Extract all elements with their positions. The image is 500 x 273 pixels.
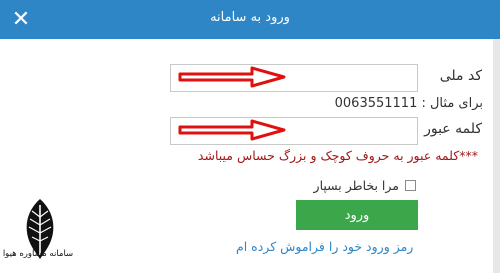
forgot-password-link[interactable]: رمز ورود خود را فراموش کرده ام	[236, 239, 413, 254]
scroll-strip	[493, 39, 500, 273]
password-input[interactable]	[170, 117, 418, 145]
dialog-titlebar: ✕ ورود به سامانه	[0, 0, 500, 39]
remember-label: مرا بخاطر بسپار	[313, 178, 399, 193]
remember-checkbox[interactable]	[405, 180, 416, 191]
national-code-input[interactable]	[170, 64, 418, 92]
login-button[interactable]: ورود	[296, 200, 418, 230]
national-code-label: کد ملی	[439, 68, 482, 84]
remember-me[interactable]: مرا بخاطر بسپار	[314, 178, 416, 193]
dialog-title: ورود به سامانه	[210, 10, 290, 25]
password-label: کلمه عبور	[424, 121, 482, 137]
case-sensitive-warning: ***کلمه عبور به حروف کوچک و بزرگ حساس می…	[197, 148, 478, 163]
feather-logo-icon	[26, 199, 54, 259]
national-code-example: برای مثال : 0063551111	[334, 96, 483, 111]
logo-text: سامانه مشاوره هیوا	[2, 249, 74, 259]
